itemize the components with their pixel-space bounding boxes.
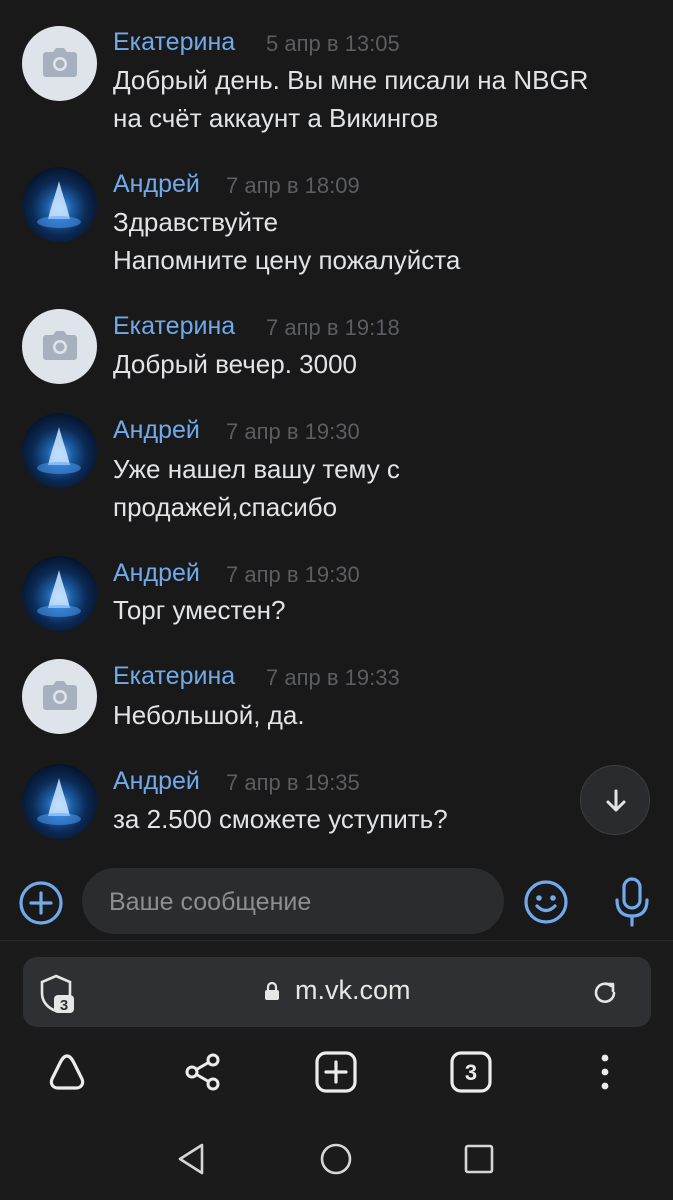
message-line: на счёт аккаунт а Викингов (113, 103, 439, 133)
shield-icon[interactable]: 3 (36, 973, 76, 1015)
avatar[interactable] (22, 556, 97, 631)
url-text: m.vk.com (295, 975, 411, 1005)
message-text: Небольшой, да. (113, 696, 305, 734)
message-text: за 2.500 сможете уступить? (113, 800, 448, 838)
message-time: 5 апр в 13:05 (266, 31, 400, 56)
tabs-button[interactable]: 3 (448, 1049, 494, 1095)
message-text: Уже нашел вашу тему с продажей,спасибо (113, 450, 400, 526)
message-text: Здравствуйте Напомните цену пожалуйста (113, 203, 460, 279)
message-line: Добрый день. Вы мне писали на NBGR (113, 65, 589, 95)
message-line: Здравствуйте (113, 207, 279, 237)
address-bar[interactable]: 3 m.vk.com (23, 957, 651, 1027)
avatar[interactable] (22, 659, 97, 734)
lock-icon (265, 981, 279, 1000)
recents-icon[interactable] (461, 1141, 497, 1177)
scroll-down-button[interactable] (580, 765, 650, 835)
message-time: 7 апр в 19:33 (266, 665, 400, 690)
avatar-photo (37, 570, 81, 617)
browser-toolbar: 3 m.vk.com 3 (0, 941, 673, 1200)
message-input-placeholder: Ваше сообщение (109, 888, 312, 916)
reload-icon[interactable] (591, 979, 619, 1007)
more-icon[interactable] (582, 1049, 628, 1095)
avatar[interactable] (22, 309, 97, 384)
message-composer: Ваше сообщение (0, 860, 673, 944)
avatar[interactable] (22, 167, 97, 242)
message-author[interactable]: Андрей (113, 767, 200, 796)
message-time: 7 апр в 19:35 (226, 770, 360, 795)
browser-home-icon[interactable] (44, 1049, 90, 1095)
avatar[interactable] (22, 764, 97, 839)
message-line: Торг уместен? (113, 595, 286, 625)
message-line: продажей,спасибо (113, 492, 338, 522)
camera-icon (43, 48, 77, 77)
message-text: Торг уместен? (113, 591, 285, 629)
scroll-down-arrow-icon (606, 789, 626, 812)
message-time: 7 апр в 18:09 (226, 173, 360, 198)
message-input[interactable]: Ваше сообщение (82, 868, 504, 934)
new-tab-icon[interactable] (313, 1049, 359, 1095)
avatar[interactable] (22, 26, 97, 101)
avatar-photo (37, 181, 81, 228)
message-author[interactable]: Екатерина (113, 28, 235, 57)
avatar-photo (37, 778, 81, 825)
message-author[interactable]: Андрей (113, 416, 200, 445)
avatar-photo (37, 427, 81, 474)
home-icon[interactable] (318, 1141, 354, 1177)
message-author[interactable]: Екатерина (113, 312, 235, 341)
message-text: Добрый день. Вы мне писали на NBGR на сч… (113, 61, 588, 137)
message-time: 7 апр в 19:30 (226, 562, 360, 587)
plus-circle-icon[interactable] (18, 880, 64, 926)
back-icon[interactable] (174, 1141, 210, 1177)
message-line: за 2.500 сможете уступить? (113, 804, 448, 834)
avatar[interactable] (22, 413, 97, 488)
share-icon[interactable] (180, 1049, 226, 1095)
message-line: Добрый вечер. 3000 (113, 349, 358, 379)
message-text: Добрый вечер. 3000 (113, 345, 357, 383)
microphone-icon[interactable] (610, 876, 654, 928)
tabs-icon: 3 (450, 1051, 492, 1093)
message-time: 7 апр в 19:30 (226, 419, 360, 444)
message-author[interactable]: Андрей (113, 170, 200, 199)
message-line: Небольшой, да. (113, 700, 305, 730)
emoji-icon[interactable] (522, 878, 570, 926)
message-author[interactable]: Андрей (113, 559, 200, 588)
camera-icon (43, 681, 77, 710)
message-line: Уже нашел вашу тему с (113, 454, 400, 484)
tab-count: 3 (465, 1060, 477, 1085)
message-line: Напомните цену пожалуйста (113, 245, 461, 275)
camera-icon (43, 331, 77, 360)
shield-count: 3 (60, 997, 68, 1014)
message-author[interactable]: Екатерина (113, 662, 235, 691)
message-time: 7 апр в 19:18 (266, 315, 400, 340)
